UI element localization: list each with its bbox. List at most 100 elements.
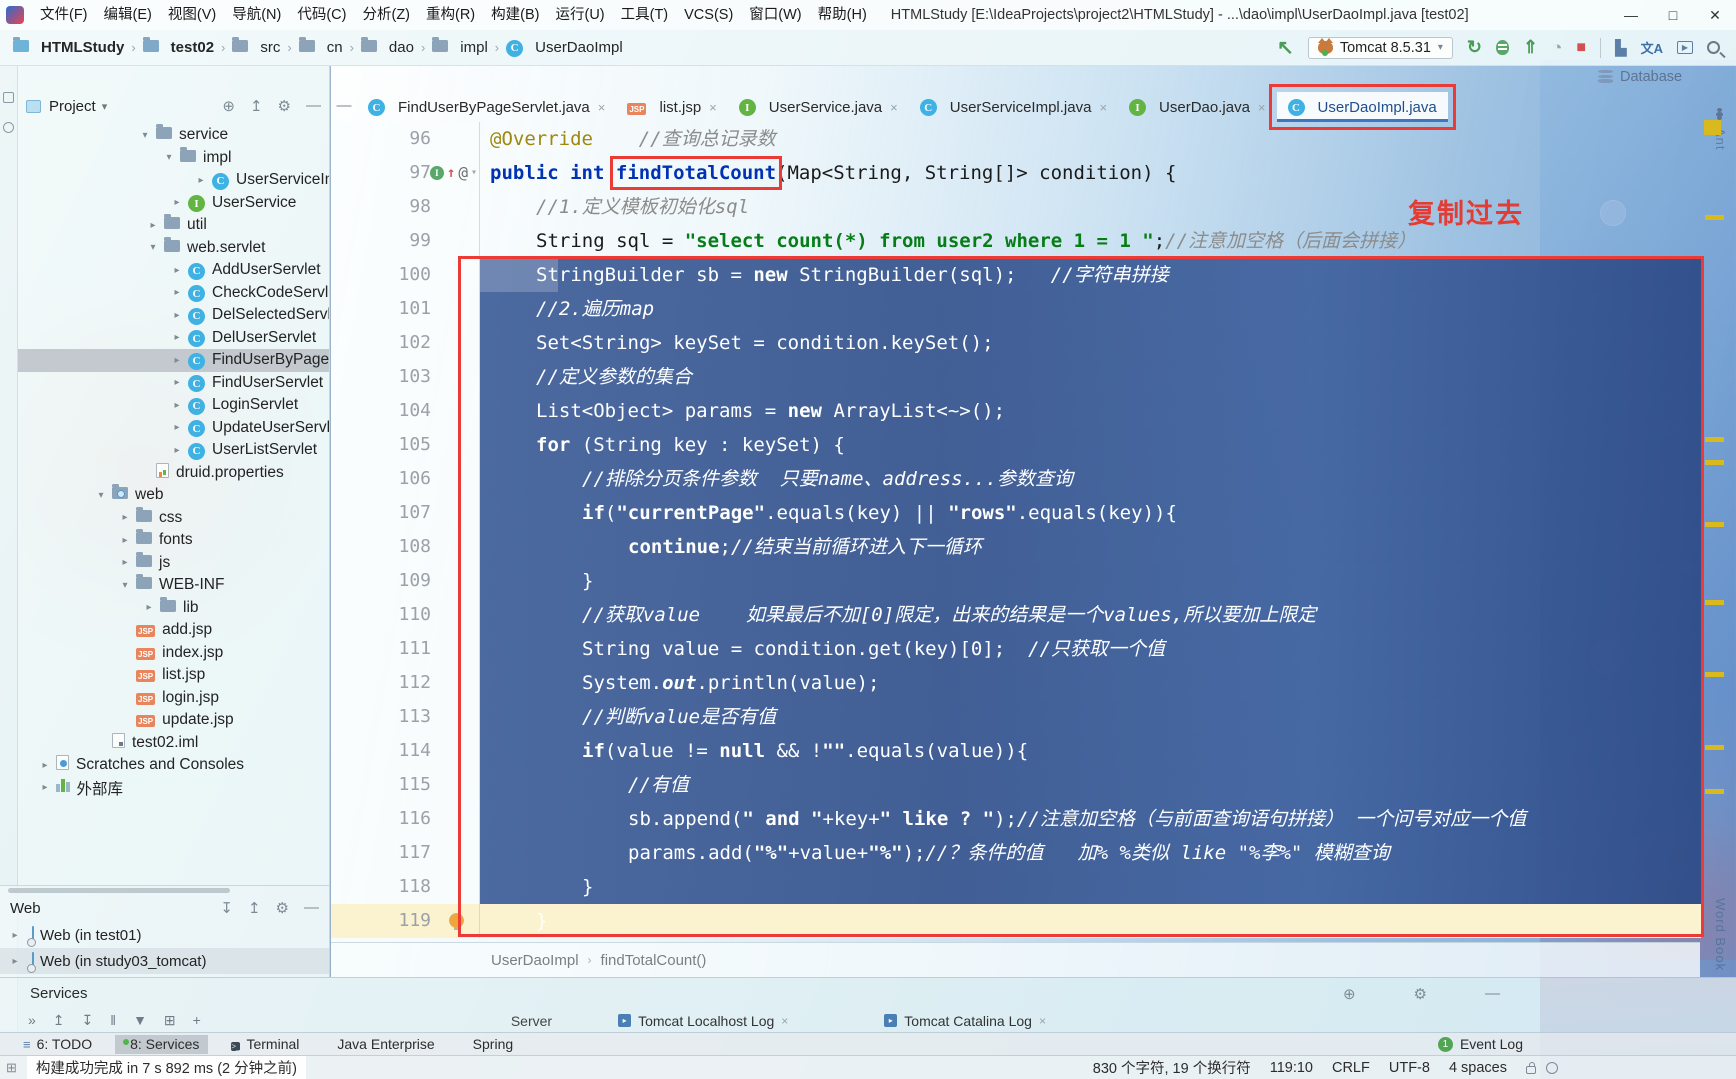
services-panel-title[interactable]: Services [30, 985, 88, 1002]
tree-chevron-icon[interactable]: ▾ [162, 152, 176, 163]
pause-icon[interactable]: ‖ [110, 1012, 116, 1029]
breadcrumb-item-test02[interactable]: test02 [140, 37, 217, 58]
error-stripe-mark[interactable] [1704, 120, 1721, 135]
tree-chevron-icon[interactable]: ▸ [170, 355, 184, 366]
code-line-96[interactable]: @Override //查询总记录数 [480, 122, 1701, 156]
editor-tab-userdao-java[interactable]: IUserDao.java× [1118, 92, 1276, 122]
project-panel-title[interactable]: Project [49, 98, 96, 115]
hide-panel-icon[interactable]: — [306, 97, 321, 115]
menu-item[interactable]: 编辑(E) [96, 0, 160, 30]
code-line-109[interactable]: } [480, 564, 1701, 598]
error-stripe-mark[interactable] [1705, 789, 1724, 794]
tree-item-deluserservlet[interactable]: ▸CDelUserServlet [18, 327, 329, 350]
close-button[interactable]: ✕ [1694, 0, 1736, 30]
event-log-button[interactable]: 1 Event Log [1438, 1036, 1523, 1052]
add-service-icon[interactable]: ⊞ [164, 1012, 176, 1029]
tree-chevron-icon[interactable]: ▸ [8, 930, 22, 941]
tree-item-scratches-and-consoles[interactable]: ▸Scratches and Consoles [18, 754, 329, 777]
lock-icon[interactable] [1526, 1066, 1536, 1074]
tree-item-update-jsp[interactable]: JSPupdate.jsp [18, 709, 329, 732]
tool-window-button-java-ee[interactable]: Java Enterprise [322, 1035, 443, 1054]
tree-item-web[interactable]: ▾web [18, 484, 329, 507]
tree-item-delselectedservlet[interactable]: ▸CDelSelectedServlet [18, 304, 329, 327]
tree-item-test02-iml[interactable]: test02.iml [18, 732, 329, 755]
menu-item[interactable]: 文件(F) [32, 0, 96, 30]
collapse-icon[interactable]: ↧ [82, 1012, 94, 1029]
tree-chevron-icon[interactable]: ▾ [146, 242, 160, 253]
editor-tab-userserviceimpl-java[interactable]: CUserServiceImpl.java× [909, 92, 1118, 122]
close-tab-icon[interactable]: × [890, 100, 898, 115]
tree-item-web-servlet[interactable]: ▾web.servlet [18, 237, 329, 260]
services-tab[interactable]: ▸Tomcat Localhost Log× [618, 1013, 788, 1029]
tree-chevron-icon[interactable]: ▸ [170, 287, 184, 298]
tree-item-updateuserservlet[interactable]: ▸CUpdateUserServlet [18, 417, 329, 440]
close-tab-icon[interactable]: × [781, 1014, 788, 1028]
expand-icon[interactable]: ↥ [53, 1012, 65, 1029]
tree-chevron-icon[interactable]: ▸ [170, 400, 184, 411]
expand-all-icon[interactable]: ↧ [220, 899, 233, 917]
locate-icon[interactable]: ⊕ [222, 97, 235, 115]
menu-item[interactable]: VCS(S) [676, 0, 741, 30]
web-panel-title[interactable]: Web [10, 900, 41, 917]
editor-tab-userservice-java[interactable]: IUserService.java× [728, 92, 909, 122]
menu-item[interactable]: 窗口(W) [741, 0, 809, 30]
close-tab-icon[interactable]: × [1258, 100, 1266, 115]
breadcrumb-item-cn[interactable]: cn [296, 37, 346, 58]
code-line-113[interactable]: //判断value是否有值 [480, 700, 1701, 734]
gear-icon[interactable]: ⚙ [1414, 985, 1427, 1003]
tree-item-service[interactable]: ▾service [18, 124, 329, 147]
chevron-down-icon[interactable]: ▾ [102, 100, 108, 113]
code-line-108[interactable]: continue;//结束当前循环进入下一循环 [480, 530, 1701, 564]
tree-chevron-icon[interactable]: ▸ [194, 175, 208, 186]
error-stripe-mark[interactable] [1705, 215, 1724, 220]
editor-tab-userdaoimpl-java[interactable]: CUserDaoImpl.java [1277, 92, 1448, 122]
horizontal-scrollbar[interactable] [8, 888, 230, 893]
code-line-112[interactable]: System.out.println(value); [480, 666, 1701, 700]
code-line-119[interactable]: } [480, 904, 1701, 938]
code-line-115[interactable]: //有值 [480, 768, 1701, 802]
tree-chevron-icon[interactable]: ▾ [118, 580, 132, 591]
tree-chevron-icon[interactable]: ▸ [118, 535, 132, 546]
tree-item-index-jsp[interactable]: JSPindex.jsp [18, 642, 329, 665]
tree-item-druid-properties[interactable]: druid.properties [18, 462, 329, 485]
code-line-117[interactable]: params.add("%"+value+"%");//？条件的值 加% %类似… [480, 836, 1701, 870]
debug-button[interactable] [1496, 40, 1509, 55]
plus-icon[interactable]: + [193, 1012, 201, 1029]
tree-chevron-icon[interactable]: ▾ [138, 130, 152, 141]
tree-item-js[interactable]: ▸js [18, 552, 329, 575]
tree-chevron-icon[interactable]: ▸ [170, 265, 184, 276]
breadcrumb-method[interactable]: findTotalCount() [601, 952, 707, 969]
menu-item[interactable]: 重构(R) [418, 0, 483, 30]
run-configuration-select[interactable]: Tomcat 8.5.31 ▾ [1308, 37, 1453, 59]
tree-item-login-jsp[interactable]: JSPlogin.jsp [18, 687, 329, 710]
intention-bulb-icon[interactable] [450, 914, 463, 927]
code-line-106[interactable]: //排除分页条件参数 只要name、address...参数查询 [480, 462, 1701, 496]
tree-item-finduserbypageservlet[interactable]: ▸CFindUserByPageServlet [18, 349, 329, 372]
tree-item-list-jsp[interactable]: JSPlist.jsp [18, 664, 329, 687]
hide-panel-icon[interactable]: — [1485, 985, 1500, 1003]
code-line-107[interactable]: if("currentPage".equals(key) || "rows".e… [480, 496, 1701, 530]
error-stripe-mark[interactable] [1705, 600, 1724, 605]
hector-icon[interactable] [1546, 1062, 1558, 1074]
tree-chevron-icon[interactable]: ▸ [170, 377, 184, 388]
code-line-97[interactable]: public int findTotalCount(Map<String, St… [480, 156, 1701, 190]
collapse-all-icon[interactable]: ↥ [248, 899, 261, 917]
tool-window-button-terminal[interactable]: >_Terminal [222, 1035, 308, 1054]
tool-window-button-todo[interactable]: ≡6: TODO [14, 1035, 101, 1054]
tree-chevron-icon[interactable]: ▸ [170, 445, 184, 456]
tree-chevron-icon[interactable]: ▸ [118, 557, 132, 568]
menu-item[interactable]: 帮助(H) [810, 0, 875, 30]
coverage-button[interactable]: ⇑ [1523, 37, 1538, 58]
hide-panel-icon[interactable]: — [304, 899, 319, 917]
code-line-100[interactable]: StringBuilder sb = new StringBuilder(sql… [480, 258, 1701, 292]
services-server-label[interactable]: Server [511, 1013, 552, 1029]
menu-item[interactable]: 构建(B) [483, 0, 547, 30]
menu-item[interactable]: 代码(C) [289, 0, 354, 30]
caret-position[interactable]: 119:10 [1270, 1060, 1313, 1076]
code-area[interactable]: @Override //查询总记录数public int findTotalCo… [479, 122, 1701, 938]
close-tab-icon[interactable]: × [1039, 1014, 1046, 1028]
tree-item--[interactable]: ▸外部库 [18, 777, 329, 800]
run-button[interactable]: ↻ [1467, 37, 1482, 58]
close-tab-icon[interactable]: × [1099, 100, 1107, 115]
menu-item[interactable]: 导航(N) [224, 0, 289, 30]
